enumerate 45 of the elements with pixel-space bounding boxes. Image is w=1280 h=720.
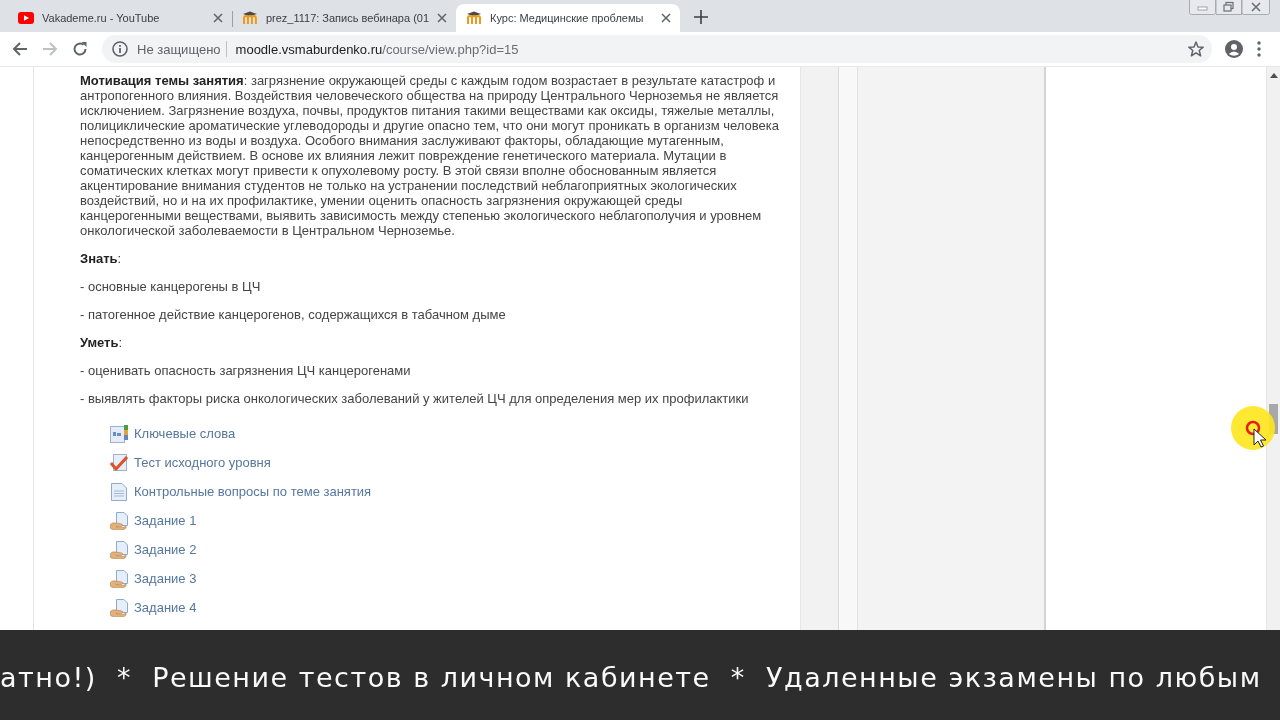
activity-link[interactable]: Контрольные вопросы по теме занятия bbox=[134, 484, 372, 499]
activity-link[interactable]: Задание 3 bbox=[134, 571, 197, 586]
activity-link[interactable]: Тест исходного уровня bbox=[134, 455, 271, 470]
page-with-bookmark-icon bbox=[110, 424, 128, 443]
hand-with-document-icon bbox=[110, 540, 128, 559]
browser-tab[interactable]: Курс: Медицинские проблемы bbox=[456, 4, 680, 32]
play-button-icon bbox=[18, 12, 34, 24]
menu-icon[interactable] bbox=[1257, 41, 1261, 57]
address-bar[interactable]: Не защищено moodle.vsmaburdenko.ru/course/view.php?id=15 bbox=[102, 35, 1212, 63]
graduation-cap-icon bbox=[466, 11, 482, 25]
outcome-item: - основные канцерогены в ЦЧ bbox=[80, 279, 262, 294]
scroll-up-arrow-icon[interactable] bbox=[1269, 73, 1278, 78]
bookmark-star-icon[interactable] bbox=[1188, 41, 1204, 57]
outcome-item: - оценивать опасность загрязнения ЦЧ канцерогенами bbox=[80, 363, 412, 378]
account-icon[interactable] bbox=[1225, 40, 1243, 58]
activity-link[interactable]: Ключевые слова bbox=[134, 426, 236, 441]
section-heading: Уметь: bbox=[80, 335, 124, 350]
browser-tab[interactable]: Vakademe.ru - YouTube bbox=[8, 4, 232, 32]
mouse-cursor-highlight-icon bbox=[1230, 405, 1276, 451]
hand-with-document-icon bbox=[110, 598, 128, 617]
hand-with-document-icon bbox=[110, 569, 128, 588]
url-text: moodle.vsmaburdenko.ru/course/view.php?id=15 bbox=[235, 41, 520, 57]
close-window-icon[interactable] bbox=[1242, 0, 1270, 15]
close-icon[interactable] bbox=[661, 13, 671, 23]
section-heading: Знать: bbox=[80, 251, 123, 266]
new-tab-icon[interactable] bbox=[694, 10, 708, 24]
motivation-paragraph: Мотивация темы занятия: загрязнение окружающей среды с каждым годом возрастает в результате катастроф и антропогенного влияния. Воздействия человеческого общества на природу Центрального Черноземья не является исключением. Загрязнение воздуха, почвы, продуктов питания такими веществами как оксиды, тяжелые металлы, полициклические ароматические углеводороды и другие опасно тем, что они могут проникать в организм человека непосредственно из воды и воздуха. Особого внимания заслуживают факторы, обладающие мутагенным, канцерогенным действием. В основе их влияния лежит повреждение генетического материала. Мутации в соматических клетках могут привести к опухолевому росту. В этой связи вполне обоснованным является акцентирование внимания студентов не только на устранении последствий неблагоприятных экологических воздействий, но и на их профилактике, умении оценить опасность загрязнения окружающей среды канцерогенными веществами, выявить зависимость между степенью экологического неблагополучия и уровнем онкологической заболеваемости в Центральном Черноземье. bbox=[80, 73, 780, 238]
close-icon[interactable] bbox=[213, 13, 223, 23]
security-label: Не защищено bbox=[137, 41, 221, 57]
activity-link[interactable]: Задание 1 bbox=[134, 513, 197, 528]
hand-with-document-icon bbox=[110, 511, 128, 530]
checkmark-page-icon bbox=[110, 453, 128, 472]
activity-link[interactable]: Задание 4 bbox=[134, 600, 197, 615]
graduation-cap-icon bbox=[242, 11, 258, 25]
outcome-item: - выявлять факторы риска онкологических заболеваний у жителей ЦЧ для определения мер их профилактики bbox=[80, 391, 750, 406]
info-icon[interactable] bbox=[112, 41, 128, 57]
reload-icon[interactable] bbox=[72, 41, 88, 57]
back-arrow-icon[interactable] bbox=[12, 41, 28, 57]
ticker-text: атно!) * Решение тестов в личном кабинете * Удаленные экзамены по любым bbox=[0, 663, 1262, 693]
close-icon[interactable] bbox=[437, 13, 447, 23]
activity-link[interactable]: Задание 2 bbox=[134, 542, 197, 557]
browser-tab[interactable]: prez_1117: Запись вебинара (01 bbox=[232, 4, 456, 32]
document-icon bbox=[110, 482, 128, 501]
outcome-item: - патогенное действие канцерогенов, содержащихся в табачном дыме bbox=[80, 307, 507, 322]
restore-icon[interactable] bbox=[1216, 0, 1242, 15]
